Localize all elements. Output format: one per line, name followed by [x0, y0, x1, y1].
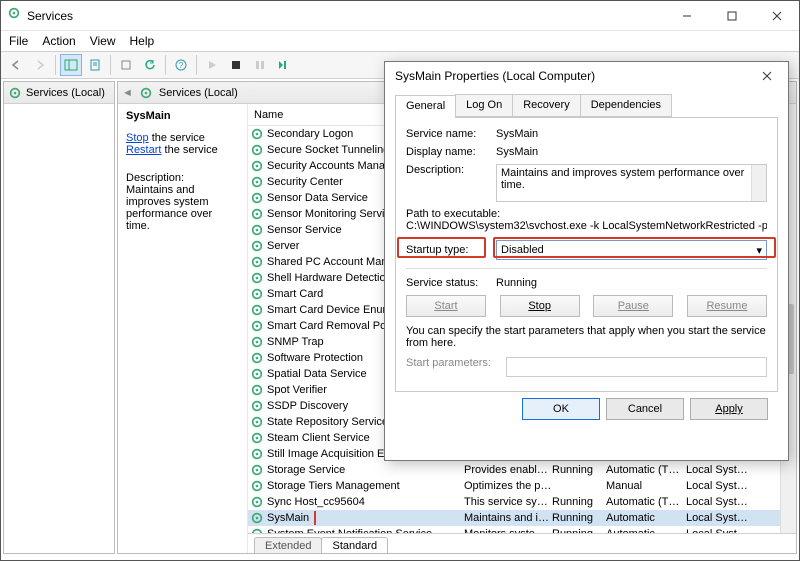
service-status-value: Running	[496, 277, 767, 289]
description-text: Maintains and improves system performanc…	[126, 184, 239, 232]
tab-recovery[interactable]: Recovery	[512, 94, 580, 117]
minimize-button[interactable]	[664, 1, 709, 30]
cancel-button[interactable]: Cancel	[606, 398, 684, 420]
start-service-button[interactable]	[201, 54, 223, 76]
titlebar: Services	[1, 1, 799, 31]
stop-service-button[interactable]	[225, 54, 247, 76]
service-row[interactable]: Storage Tiers ManagementOptimizes the p……	[248, 478, 796, 494]
help-button[interactable]: ?	[170, 54, 192, 76]
forward-button[interactable]	[29, 54, 51, 76]
tab-standard[interactable]: Standard	[321, 537, 388, 553]
dialog-title: SysMain Properties (Local Computer)	[395, 69, 595, 83]
path-value: C:\WINDOWS\system32\svchost.exe -k Local…	[406, 220, 767, 232]
selected-service-name: SysMain	[126, 110, 239, 122]
svg-text:?: ?	[179, 61, 184, 70]
start-parameters-input[interactable]	[506, 357, 767, 377]
detail-pane: SysMain Stop the service Restart the ser…	[118, 104, 248, 553]
nav-tree[interactable]: Services (Local)	[3, 81, 115, 554]
chevron-down-icon: ▾	[756, 244, 762, 257]
menubar: File Action View Help	[1, 31, 799, 51]
export-button[interactable]	[84, 54, 106, 76]
stop-button[interactable]: Stop	[500, 295, 580, 317]
display-name-value: SysMain	[496, 146, 767, 158]
refresh-button[interactable]	[139, 54, 161, 76]
tab-dependencies[interactable]: Dependencies	[580, 94, 672, 117]
properties-button[interactable]	[115, 54, 137, 76]
tab-logon[interactable]: Log On	[455, 94, 513, 117]
app-icon	[7, 6, 21, 25]
dialog-close-button[interactable]	[750, 65, 784, 87]
tab-extended[interactable]: Extended	[254, 537, 322, 553]
stop-link[interactable]: Stop	[126, 132, 149, 144]
content-header: Services (Local)	[159, 87, 238, 99]
properties-dialog: SysMain Properties (Local Computer) Gene…	[384, 61, 789, 461]
ok-button[interactable]: OK	[522, 398, 600, 420]
menu-action[interactable]: Action	[42, 34, 75, 48]
start-params-note: You can specify the start parameters tha…	[406, 325, 767, 349]
menu-view[interactable]: View	[90, 34, 116, 48]
service-row[interactable]: Storage ServiceProvides enabl…RunningAut…	[248, 462, 796, 478]
back-button[interactable]	[5, 54, 27, 76]
restart-service-button[interactable]	[273, 54, 295, 76]
back-chevron-icon[interactable]: ◄	[122, 87, 133, 99]
service-row[interactable]: SysMainMaintains and i…RunningAutomaticL…	[248, 510, 796, 526]
close-button[interactable]	[754, 1, 799, 30]
window-title: Services	[27, 9, 73, 23]
service-row[interactable]: Sync Host_cc95604This service syn…Runnin…	[248, 494, 796, 510]
resume-button[interactable]: Resume	[687, 295, 767, 317]
description-label: Description:	[126, 172, 239, 184]
pause-service-button[interactable]	[249, 54, 271, 76]
menu-file[interactable]: File	[9, 34, 28, 48]
apply-button[interactable]: Apply	[690, 398, 768, 420]
restart-link[interactable]: Restart	[126, 144, 161, 156]
show-hide-tree-button[interactable]	[60, 54, 82, 76]
service-name-value: SysMain	[496, 128, 767, 140]
tab-general[interactable]: General	[395, 95, 456, 118]
description-box: Maintains and improves system performanc…	[496, 164, 767, 202]
startup-type-combo[interactable]: Disabled ▾	[496, 240, 767, 260]
pause-button[interactable]: Pause	[593, 295, 673, 317]
menu-help[interactable]: Help	[130, 34, 155, 48]
maximize-button[interactable]	[709, 1, 754, 30]
start-button[interactable]: Start	[406, 295, 486, 317]
nav-root-label: Services (Local)	[26, 87, 105, 99]
